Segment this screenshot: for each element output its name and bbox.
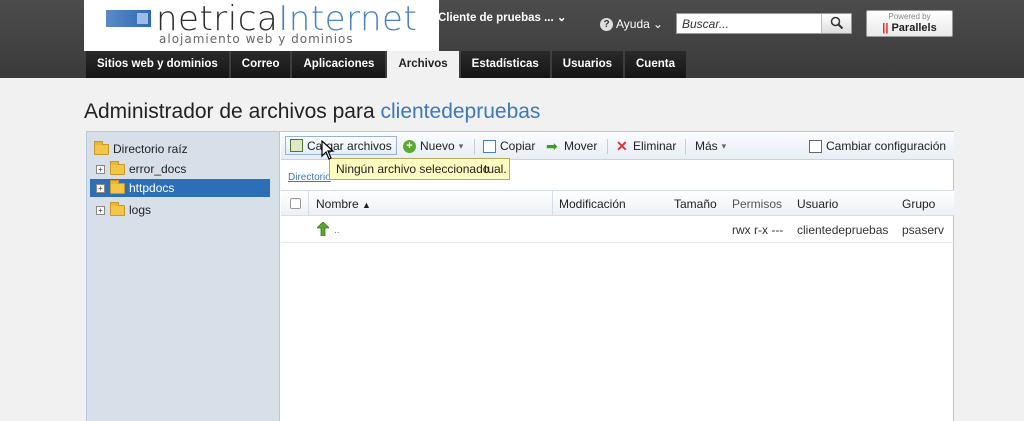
plus-icon: +	[403, 139, 416, 153]
search-input[interactable]	[677, 14, 817, 33]
search-box	[676, 13, 852, 34]
chevron-down-icon: ▾	[458, 140, 464, 151]
select-all-checkbox[interactable]	[290, 198, 301, 209]
folder-icon	[110, 160, 125, 175]
page-title-account[interactable]: clientedepruebas	[380, 100, 540, 123]
delete-x-icon: ✕	[616, 137, 628, 154]
new-button[interactable]: + Nuevo ▾	[403, 137, 463, 155]
tab-account[interactable]: Cuenta	[625, 51, 686, 78]
column-size[interactable]: Tamaño	[674, 197, 717, 211]
powered-by-label: Powered by	[888, 12, 931, 21]
logo-mark-icon	[106, 10, 151, 27]
tree-item-httpdocs[interactable]: + httpdocs	[90, 179, 270, 197]
main-tabs: Sitios web y dominios Correo Aplicacione…	[86, 51, 686, 78]
tooltip-text: Ningún archivo seleccionado	[336, 162, 490, 176]
chevron-down-icon: ⌄	[556, 12, 567, 24]
tree-item-error-docs[interactable]: + error_docs	[96, 160, 186, 178]
table-row[interactable]: .. rwx r-x --- clientedepruebas psaserv	[281, 217, 954, 243]
expand-icon[interactable]: +	[96, 205, 105, 215]
expand-icon[interactable]: +	[96, 183, 105, 193]
help-label: Ayuda	[616, 17, 650, 31]
parent-directory-icon	[317, 222, 329, 236]
mouse-cursor-icon	[321, 140, 335, 160]
column-modified[interactable]: Modificación	[559, 197, 626, 211]
logo-tagline: alojamiento web y dominios	[159, 32, 354, 46]
folder-icon	[110, 179, 125, 194]
chevron-down-icon: ▾	[721, 140, 727, 151]
file-toolbar: Cargar archivos + Nuevo ▾ Copiar ➡ Mover…	[281, 132, 954, 160]
tab-mail[interactable]: Correo	[230, 51, 291, 78]
search-icon	[830, 16, 844, 30]
sort-asc-icon: ▲	[362, 200, 371, 210]
powered-by-parallels[interactable]: Powered by || Parallels	[866, 10, 953, 37]
directory-tree: Directorio raíz + error_docs + httpdocs …	[87, 132, 280, 421]
page-title: Administrador de archivos para clientede…	[84, 100, 541, 123]
breadcrumb[interactable]: Directorio	[288, 172, 331, 183]
tooltip: Ningún archivo seleccionado tual.	[329, 158, 510, 180]
settings-icon	[809, 139, 822, 153]
row-group: psaserv	[902, 223, 945, 237]
change-settings-button[interactable]: Cambiar configuración	[809, 137, 946, 155]
help-menu[interactable]: ? Ayuda ⌄	[600, 17, 663, 31]
chevron-down-icon: ⌄	[652, 17, 663, 31]
expand-icon[interactable]: +	[96, 164, 105, 174]
client-menu[interactable]: Cliente de pruebas ... ⌄	[438, 10, 567, 24]
tooltip-tail: tual.	[484, 162, 507, 176]
folder-icon	[110, 201, 125, 216]
tab-files[interactable]: Archivos	[387, 51, 459, 78]
copy-icon	[483, 139, 496, 153]
folder-icon	[94, 140, 109, 155]
column-group[interactable]: Grupo	[902, 197, 935, 211]
tab-users[interactable]: Usuarios	[551, 51, 623, 78]
client-label: Cliente de pruebas ...	[438, 12, 554, 24]
delete-button[interactable]: ✕ Eliminar	[616, 137, 676, 155]
tree-item-logs[interactable]: + logs	[96, 201, 151, 219]
copy-button[interactable]: Copiar	[483, 137, 535, 155]
file-manager-panel: Directorio raíz + error_docs + httpdocs …	[86, 131, 954, 421]
tab-websites[interactable]: Sitios web y dominios	[86, 51, 229, 78]
tab-statistics[interactable]: Estadísticas	[460, 51, 550, 78]
tree-root[interactable]: Directorio raíz	[94, 140, 188, 158]
upload-files-button[interactable]: Cargar archivos	[285, 136, 397, 155]
column-name[interactable]: Nombre ▲	[316, 197, 371, 211]
column-permissions[interactable]: Permisos	[732, 197, 782, 211]
file-table-header: Nombre ▲ Modificación Tamaño Permisos Us…	[281, 190, 954, 216]
search-button[interactable]	[821, 14, 851, 33]
row-permissions: rwx r-x ---	[732, 223, 784, 237]
top-header: netricaInternet alojamiento web y domini…	[0, 0, 1024, 78]
parent-directory-link[interactable]: ..	[334, 225, 340, 236]
column-user[interactable]: Usuario	[797, 197, 838, 211]
logo[interactable]: netricaInternet alojamiento web y domini…	[84, 0, 439, 51]
upload-icon	[290, 139, 303, 152]
tab-applications[interactable]: Aplicaciones	[292, 51, 386, 78]
move-arrow-icon: ➡	[546, 137, 558, 154]
row-user: clientedepruebas	[797, 223, 889, 237]
move-button[interactable]: ➡ Mover	[546, 137, 597, 155]
help-icon: ?	[600, 17, 613, 31]
parallels-brand: || Parallels	[882, 22, 937, 34]
more-button[interactable]: Más ▾	[695, 137, 726, 155]
